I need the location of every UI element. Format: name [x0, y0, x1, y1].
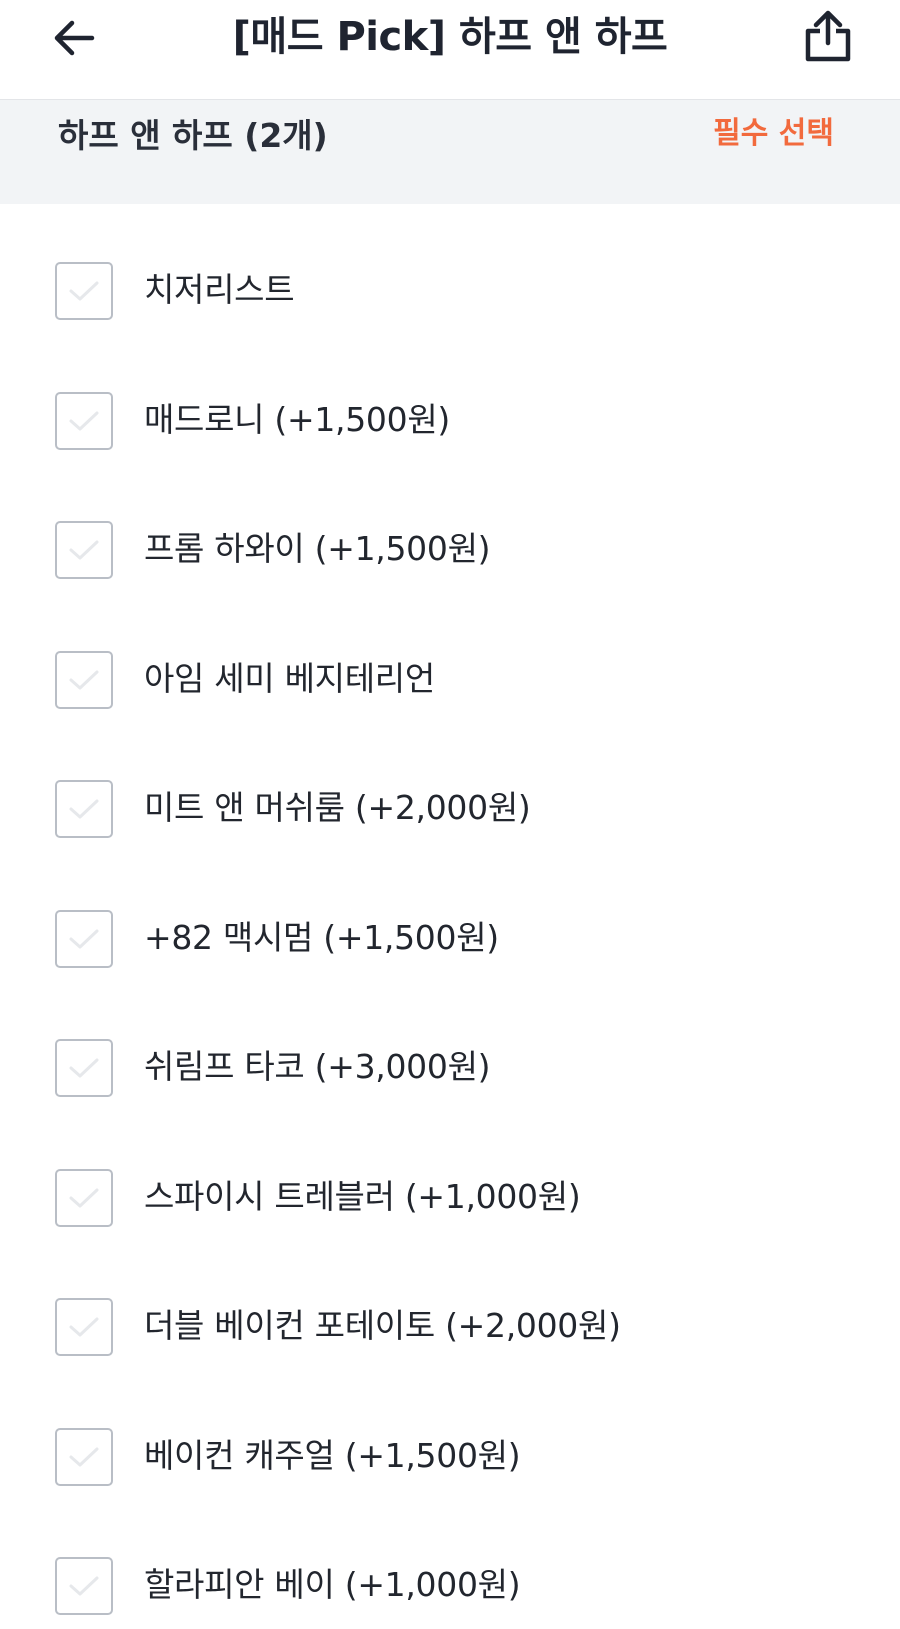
option-item[interactable]: 아임 세미 베지테리언: [0, 593, 900, 723]
option-item[interactable]: 미트 앤 머쉬룸 (+2,000원): [0, 722, 900, 852]
option-checkbox[interactable]: [55, 262, 113, 320]
check-icon: [69, 1058, 99, 1078]
option-checkbox[interactable]: [55, 1427, 113, 1486]
option-checkbox[interactable]: [55, 1039, 113, 1097]
option-label: 매드로니 (+1,500원): [144, 399, 450, 439]
option-group-title: 하프 앤 하프 (2개): [58, 116, 328, 155]
option-item[interactable]: 베이컨 캐주얼 (+1,500원): [0, 1370, 900, 1500]
option-label: 쉬림프 타코 (+3,000원): [144, 1047, 491, 1086]
option-item[interactable]: 쉬림프 타코 (+3,000원): [0, 981, 900, 1111]
back-button[interactable]: [46, 14, 102, 62]
check-icon: [69, 1188, 99, 1207]
option-label: 더블 베이컨 포테이토 (+2,000원): [144, 1306, 621, 1345]
option-checkbox[interactable]: [55, 391, 113, 450]
option-checkbox[interactable]: [55, 650, 113, 709]
option-item[interactable]: 할라피안 베이 (+1,000원): [0, 1499, 900, 1629]
option-item[interactable]: 더블 베이컨 포테이토 (+2,000원): [0, 1240, 900, 1370]
option-checkbox[interactable]: [55, 1557, 113, 1615]
check-icon: [69, 281, 99, 301]
option-checkbox[interactable]: [55, 780, 113, 838]
check-icon: [69, 411, 99, 430]
option-list: 치저리스트매드로니 (+1,500원) 프롬 하와이 (+1,500원) 아임 세미…: [0, 204, 900, 1629]
check-icon: [69, 799, 99, 819]
option-group-header: 하프 앤 하프 (2개) 필수 선택: [0, 100, 900, 204]
option-item[interactable]: +82 맥시멈 (+1,500원): [0, 852, 900, 982]
option-item[interactable]: 매드로니 (+1,500원): [0, 334, 900, 464]
check-icon: [69, 1576, 99, 1596]
option-item[interactable]: 프롬 하와이 (+1,500원): [0, 463, 900, 593]
arrow-left-icon: [54, 20, 95, 56]
option-item[interactable]: 치저리스트: [0, 204, 900, 334]
check-icon: [69, 929, 99, 948]
check-icon: [69, 540, 99, 560]
option-label: 스파이시 트레블러 (+1,000원): [144, 1176, 581, 1216]
check-icon: [69, 1447, 99, 1466]
option-checkbox[interactable]: [55, 521, 113, 579]
option-label: 치저리스트: [144, 270, 295, 309]
top-app-bar: [매드 Pick] 하프 앤 하프: [0, 0, 900, 100]
option-checkbox[interactable]: [55, 1168, 113, 1227]
share-button[interactable]: [800, 6, 856, 66]
share-icon: [805, 10, 851, 62]
option-label: +82 맥시멈 (+1,500원): [144, 917, 499, 957]
option-label: 베이컨 캐주얼 (+1,500원): [144, 1435, 521, 1475]
option-checkbox[interactable]: [55, 909, 113, 968]
option-label: 할라피안 베이 (+1,000원): [144, 1565, 521, 1604]
required-badge: 필수 선택: [713, 116, 834, 151]
check-icon: [69, 1317, 99, 1337]
check-icon: [69, 670, 99, 689]
option-label: 미트 앤 머쉬룸 (+2,000원): [144, 788, 531, 827]
option-label: 아임 세미 베지테리언: [144, 658, 435, 698]
option-checkbox[interactable]: [55, 1298, 113, 1356]
page-title: [매드 Pick] 하프 앤 하프: [232, 14, 668, 60]
option-label: 프롬 하와이 (+1,500원): [144, 529, 491, 568]
option-item[interactable]: 스파이시 트레블러 (+1,000원): [0, 1111, 900, 1241]
